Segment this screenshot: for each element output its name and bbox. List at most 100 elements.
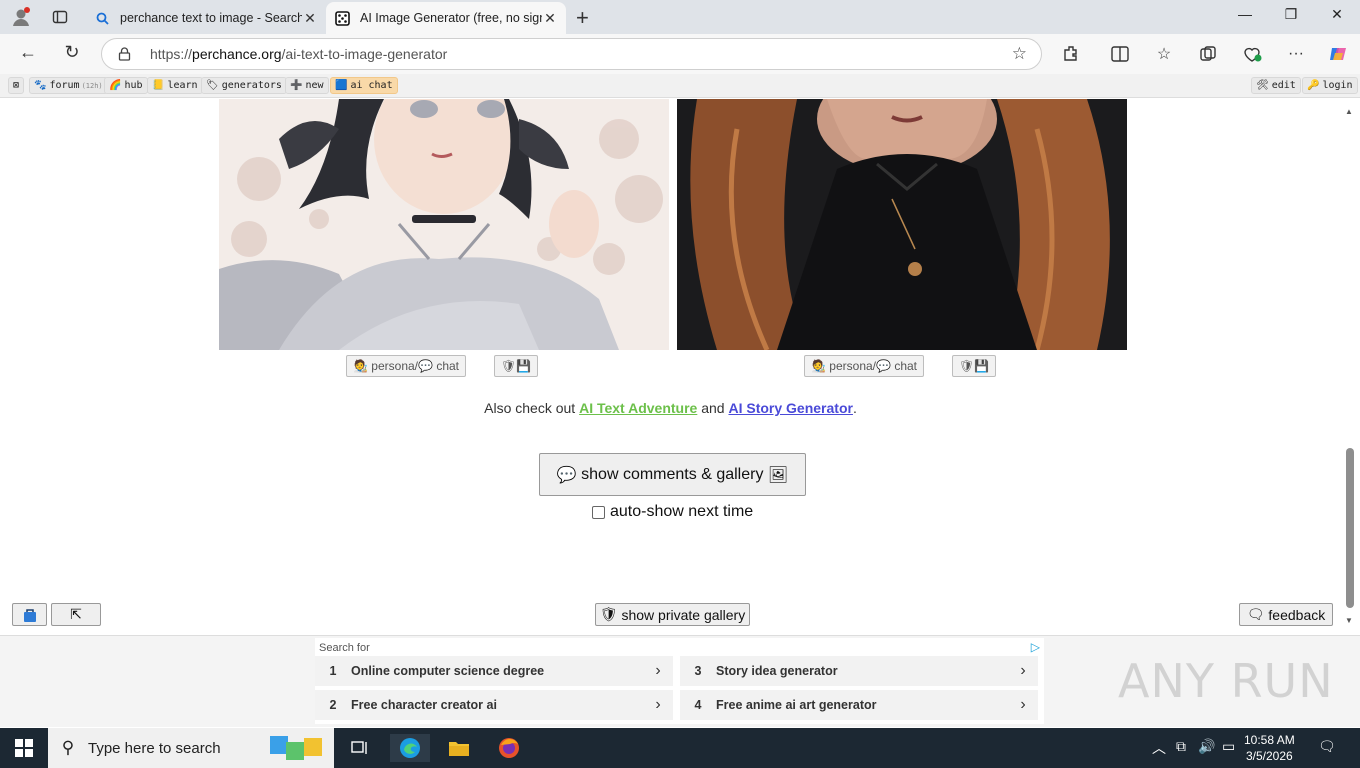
start-button[interactable] xyxy=(0,728,48,768)
tab-search[interactable]: perchance text to image - Search ✕ xyxy=(86,2,326,34)
tab-title: AI Image Generator (free, no sign xyxy=(360,11,542,25)
address-bar[interactable]: https://perchance.org/ai-text-to-image-g… xyxy=(101,38,1042,70)
persona-chat-button[interactable]: 🧑‍🎨 persona / 💬 chat xyxy=(346,355,466,377)
ai-chat-link[interactable]: 🟦 ai chat xyxy=(330,77,398,94)
scroll-top-button[interactable]: ⇱ xyxy=(51,603,101,626)
copilot-icon[interactable] xyxy=(1326,42,1350,66)
favorite-star-icon[interactable]: ☆ xyxy=(1012,44,1027,64)
new-tab-button[interactable]: + xyxy=(576,5,589,31)
perchance-bar: ⊠ 🐾 forum (12h) 🌈 hub 📒 learn 🏷 generators ➕ n… xyxy=(0,74,1360,98)
collections-icon[interactable] xyxy=(1196,42,1220,66)
scrollbar-thumb[interactable] xyxy=(1346,448,1354,608)
forum-icon: 🐾 xyxy=(34,80,47,91)
hub-link[interactable]: 🌈 hub xyxy=(104,77,148,94)
edit-icon: 🛠 xyxy=(1256,80,1269,91)
tray-chevron-icon[interactable]: ︿ xyxy=(1152,738,1166,758)
save-icon: 💾 xyxy=(974,359,990,373)
new-link[interactable]: ➕ new xyxy=(285,77,329,94)
edge-taskbar-icon[interactable] xyxy=(390,734,430,762)
url-text: https://perchance.org/ai-text-to-image-g… xyxy=(150,46,448,62)
ai-text-adventure-link[interactable]: AI Text Adventure xyxy=(579,400,697,416)
comment-icon: 💬 xyxy=(556,466,577,484)
auto-show-option[interactable]: auto-show next time xyxy=(592,503,753,521)
taskbar-clock[interactable]: 10:58 AM 3/5/2026 xyxy=(1244,732,1295,764)
also-check-out-text: Also check out AI Text Adventure and AI … xyxy=(484,400,857,416)
login-link[interactable]: 🔑 login xyxy=(1302,77,1358,94)
generated-image-1[interactable] xyxy=(219,99,669,350)
back-button[interactable]: ← xyxy=(16,42,40,66)
browser-titlebar: perchance text to image - Search ✕ AI Im… xyxy=(0,0,1360,34)
split-screen-icon[interactable] xyxy=(1108,42,1132,66)
browser-essentials-icon[interactable] xyxy=(1240,42,1264,66)
anyrun-watermark: ANY RUN xyxy=(1118,654,1334,708)
tab-title: perchance text to image - Search xyxy=(120,11,302,25)
ai-story-generator-link[interactable]: AI Story Generator xyxy=(728,400,852,416)
login-icon: 🔑 xyxy=(1307,80,1320,91)
generators-link[interactable]: 🏷 generators xyxy=(201,77,287,94)
generated-image-2[interactable] xyxy=(677,99,1127,350)
close-bar-button[interactable]: ⊠ xyxy=(8,77,25,94)
more-options-icon[interactable]: ··· xyxy=(1284,42,1308,66)
windows-icon xyxy=(15,739,33,757)
search-icon: ⚲ xyxy=(61,738,75,757)
search-ad: Search for ▷ 1 Online computer science de… xyxy=(315,638,1044,724)
lock-icon[interactable] xyxy=(118,47,132,61)
ai-chat-icon: 🟦 xyxy=(335,80,348,91)
auto-show-checkbox[interactable] xyxy=(592,505,605,519)
feedback-button[interactable]: 🗨 feedback xyxy=(1239,603,1333,626)
close-icon[interactable]: ✕ xyxy=(542,10,558,27)
picture-icon: 🖼 xyxy=(767,466,789,484)
file-explorer-icon[interactable] xyxy=(439,734,479,762)
browser-toolbar: ← ↻ https://perchance.org/ai-text-to-ima… xyxy=(0,34,1360,74)
hub-icon: 🌈 xyxy=(109,80,122,91)
scroll-down-icon[interactable]: ▼ xyxy=(1345,616,1353,625)
ad-search-for-label: Search for xyxy=(319,642,370,654)
page-content: 🧑‍🎨 persona / 💬 chat 🛡 💾 🧑‍🎨 persona / 💬 … xyxy=(0,99,1341,635)
persona-chat-button[interactable]: 🧑‍🎨 persona / 💬 chat xyxy=(804,355,924,377)
search-placeholder: Type here to search xyxy=(88,739,221,757)
language-icon[interactable]: ▭ xyxy=(1222,738,1235,755)
shield-icon: 🛡 xyxy=(959,359,975,373)
firefox-icon[interactable] xyxy=(489,734,529,762)
show-comments-gallery-button[interactable]: 💬 show comments & gallery 🖼 xyxy=(539,453,806,496)
network-icon[interactable]: ⧉ xyxy=(1176,738,1186,755)
comment-icon: 🗨 xyxy=(1246,606,1265,622)
chat-icon: 💬 xyxy=(418,359,433,373)
chevron-right-icon: › xyxy=(655,696,661,713)
volume-icon[interactable]: 🔊 xyxy=(1198,738,1215,755)
close-icon[interactable]: ✕ xyxy=(302,10,318,27)
close-window-button[interactable]: ✕ xyxy=(1317,6,1357,28)
chat-icon: 💬 xyxy=(876,359,891,373)
search-icon xyxy=(94,10,110,26)
show-private-gallery-button[interactable]: 🛡 show private gallery xyxy=(595,603,750,626)
profile-avatar-icon[interactable] xyxy=(10,6,32,28)
extensions-icon[interactable] xyxy=(1059,42,1083,66)
chevron-right-icon: › xyxy=(1020,696,1026,713)
gallery-toggle-button[interactable] xyxy=(12,603,47,626)
ad-item[interactable]: 3 Story idea generator › xyxy=(680,656,1038,686)
adchoices-icon[interactable]: ▷ xyxy=(1031,640,1040,654)
save-image-button[interactable]: 🛡 💾 xyxy=(494,355,539,377)
ad-item[interactable]: 2 Free character creator ai › xyxy=(315,690,673,720)
notifications-icon[interactable]: 🗨 xyxy=(1318,738,1336,755)
ad-item[interactable]: 1 Online computer science degree › xyxy=(315,656,673,686)
search-highlight-icon[interactable] xyxy=(264,732,330,764)
bag-icon xyxy=(23,608,36,622)
learn-icon: 📒 xyxy=(152,80,165,91)
scroll-up-icon[interactable]: ▲ xyxy=(1345,107,1353,116)
forum-link[interactable]: 🐾 forum (12h) xyxy=(29,77,108,94)
favorites-icon[interactable]: ☆ xyxy=(1152,42,1176,66)
restore-button[interactable]: ❐ xyxy=(1271,6,1311,28)
edit-link[interactable]: 🛠 edit xyxy=(1251,77,1301,94)
task-view-icon[interactable] xyxy=(340,734,380,762)
shield-icon: 🛡 xyxy=(501,359,517,373)
tab-actions-icon[interactable] xyxy=(49,6,71,28)
page-scrollbar[interactable]: ▲ ▼ xyxy=(1341,99,1360,635)
minimize-button[interactable]: — xyxy=(1225,6,1265,28)
learn-link[interactable]: 📒 learn xyxy=(147,77,203,94)
windows-taskbar: ⚲ Type here to search ︿ ⧉ 🔊 ▭ 10:58 AM 3… xyxy=(0,728,1360,768)
ad-item[interactable]: 4 Free anime ai art generator › xyxy=(680,690,1038,720)
refresh-button[interactable]: ↻ xyxy=(60,42,84,66)
tab-ai-image-generator[interactable]: AI Image Generator (free, no sign ✕ xyxy=(326,2,566,34)
save-image-button[interactable]: 🛡 💾 xyxy=(952,355,997,377)
